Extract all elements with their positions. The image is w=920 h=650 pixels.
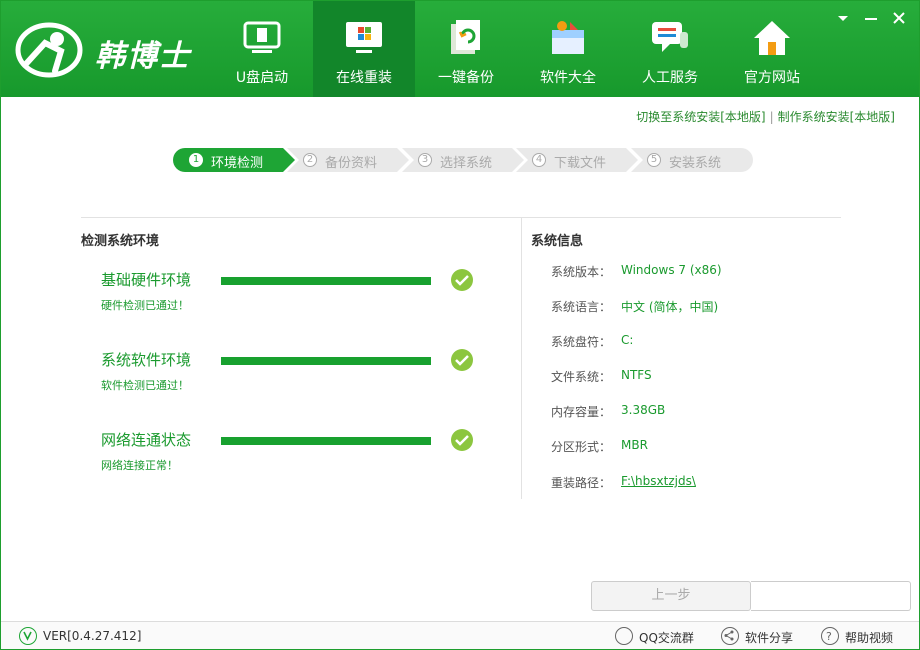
step-progress: 1 环境检测 2 备份资料 3 选择系统 4 下载文件 5 安装系统 xyxy=(173,148,753,172)
step-label: 安装系统 xyxy=(669,156,722,171)
make-local-install-link[interactable]: 制作系统安装[本地版] xyxy=(778,110,895,124)
link-separator: | xyxy=(769,110,774,124)
mode-links: 切换至系统安装[本地版] | 制作系统安装[本地版] xyxy=(636,108,895,125)
share-icon xyxy=(721,627,739,645)
sysinfo-key: 系统语言： xyxy=(551,300,612,314)
sysinfo-value: MBR xyxy=(621,438,648,452)
usb-disk-icon xyxy=(243,21,281,53)
home-icon xyxy=(754,21,790,55)
content-divider xyxy=(81,217,841,218)
progress-fill xyxy=(221,437,431,445)
progress-fill xyxy=(221,277,431,285)
dropdown-menu-icon[interactable] xyxy=(835,11,851,25)
check-status: 硬件检测已通过！ xyxy=(101,299,189,312)
next-step-button[interactable] xyxy=(751,581,911,611)
logo-mark-icon xyxy=(15,22,83,78)
progress-fill xyxy=(221,357,431,365)
check-status: 软件检测已通过！ xyxy=(101,379,189,392)
help-question-icon: ? xyxy=(821,627,839,645)
detect-section-title: 检测系统环境 xyxy=(81,234,160,249)
nav-label: 官方网站 xyxy=(744,70,800,86)
sysinfo-value: 3.38GB xyxy=(621,403,666,417)
check-title: 系统软件环境 xyxy=(101,351,192,369)
sysinfo-key: 文件系统： xyxy=(551,370,612,384)
step-number: 5 xyxy=(647,153,661,167)
check-network: 网络连通状态 网络连接正常！ xyxy=(101,429,501,489)
check-title: 网络连通状态 xyxy=(101,431,192,449)
version-v-icon xyxy=(19,627,37,645)
minimize-icon[interactable] xyxy=(863,11,879,25)
nav-label: U盘启动 xyxy=(235,70,289,86)
nav-online-reinstall[interactable]: 在线重装 xyxy=(313,1,415,97)
sysinfo-key: 内存容量： xyxy=(551,405,612,419)
step-select-system: 3 选择系统 xyxy=(402,148,524,172)
step-label: 选择系统 xyxy=(440,156,493,171)
monitor-windows-icon xyxy=(346,22,382,53)
step-label: 下载文件 xyxy=(554,156,607,171)
progress-bar xyxy=(221,357,431,365)
close-icon[interactable] xyxy=(891,11,907,25)
nav-label: 在线重装 xyxy=(336,70,392,86)
reinstall-path-link[interactable]: F:\hbsxtzjds\ xyxy=(621,474,696,488)
step-label: 环境检测 xyxy=(211,156,264,171)
nav-software-center[interactable]: 软件大全 xyxy=(517,1,619,97)
backup-document-icon xyxy=(451,20,480,54)
brand-name: 韩博士 xyxy=(95,39,191,74)
share-software-label: 软件分享 xyxy=(745,631,794,645)
step-number: 2 xyxy=(303,153,317,167)
switch-local-install-link[interactable]: 切换至系统安装[本地版] xyxy=(636,110,765,124)
step-env-check: 1 环境检测 xyxy=(173,148,295,172)
qq-penguin-icon xyxy=(615,627,633,645)
nav-official-site[interactable]: 官方网站 xyxy=(721,1,823,97)
column-divider xyxy=(521,217,522,499)
step-download: 4 下载文件 xyxy=(516,148,638,172)
svg-text:?: ? xyxy=(826,630,832,643)
step-number: 4 xyxy=(532,153,546,167)
header-bar: 韩博士 U盘启动 在线重装 一键备份 软件大全 人工服务 官方网站 xyxy=(1,1,919,97)
check-software: 系统软件环境 软件检测已通过！ xyxy=(101,349,501,409)
chat-support-icon xyxy=(652,22,688,52)
software-box-icon xyxy=(552,21,584,54)
app-window: 韩博士 U盘启动 在线重装 一键备份 软件大全 人工服务 官方网站 切换至系统安… xyxy=(0,0,920,650)
help-video-label: 帮助视频 xyxy=(845,631,894,645)
check-status: 网络连接正常！ xyxy=(101,459,178,472)
step-number: 3 xyxy=(418,153,432,167)
progress-bar xyxy=(221,437,431,445)
nav-label: 软件大全 xyxy=(540,70,596,86)
sysinfo-key: 系统版本： xyxy=(551,265,612,279)
check-title: 基础硬件环境 xyxy=(101,271,192,289)
sysinfo-value: Windows 7 (x86) xyxy=(621,263,722,277)
nav-label: 人工服务 xyxy=(642,70,698,86)
nav-label: 一键备份 xyxy=(438,70,494,86)
prev-step-button[interactable]: 上一步 xyxy=(591,581,751,611)
step-number: 1 xyxy=(189,153,203,167)
progress-bar xyxy=(221,277,431,285)
sysinfo-value: NTFS xyxy=(621,368,652,382)
sysinfo-value: 中文 (简体，中国) xyxy=(621,300,719,314)
nav-one-key-backup[interactable]: 一键备份 xyxy=(415,1,517,97)
check-pass-icon xyxy=(451,429,473,451)
check-hardware: 基础硬件环境 硬件检测已通过！ xyxy=(101,269,501,329)
sysinfo-value: C: xyxy=(621,333,634,347)
qq-group-label: QQ交流群 xyxy=(639,631,694,645)
version-text: VER[0.4.27.412] xyxy=(43,629,142,643)
sysinfo-section-title: 系统信息 xyxy=(531,234,584,249)
step-label: 备份资料 xyxy=(325,156,378,171)
nav-usb-boot[interactable]: U盘启动 xyxy=(211,1,313,97)
sysinfo-key: 重装路径： xyxy=(551,476,612,490)
check-pass-icon xyxy=(451,269,473,291)
footer-bar: VER[0.4.27.412] QQ交流群 软件分享 ? 帮助视频 xyxy=(1,621,919,649)
step-install: 5 安装系统 xyxy=(631,148,753,172)
sysinfo-key: 分区形式： xyxy=(551,440,612,454)
check-pass-icon xyxy=(451,349,473,371)
sysinfo-key: 系统盘符： xyxy=(551,335,612,349)
step-backup: 2 备份资料 xyxy=(287,148,409,172)
logo: 韩博士 xyxy=(15,21,205,81)
nav-manual-service[interactable]: 人工服务 xyxy=(619,1,721,97)
